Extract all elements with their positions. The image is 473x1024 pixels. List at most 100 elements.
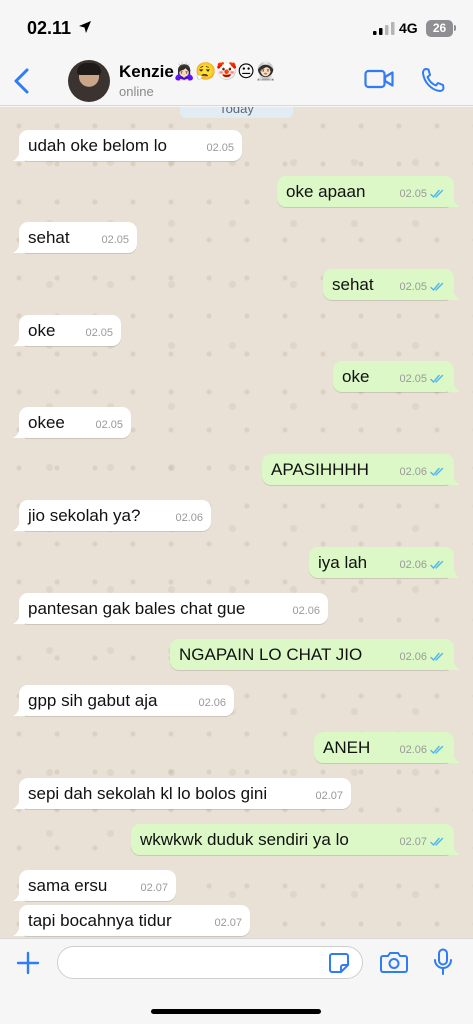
video-call-icon[interactable] <box>364 68 394 90</box>
outgoing-message[interactable]: wkwkwk duduk sendiri ya lo 02.07 <box>131 824 460 855</box>
message-text: wkwkwk duduk sendiri ya lo <box>140 830 349 849</box>
incoming-message[interactable]: udah oke belom lo 02.05 <box>13 130 242 161</box>
message-time: 02.05 <box>101 234 129 246</box>
message-time: 02.05 <box>399 281 427 293</box>
message-input[interactable] <box>57 946 363 979</box>
incoming-message[interactable]: oke 02.05 <box>13 315 121 346</box>
message-time: 02.06 <box>399 559 427 571</box>
status-time: 02.11 <box>27 18 72 38</box>
phone-call-icon[interactable] <box>421 67 445 93</box>
bubble-tail <box>448 658 460 670</box>
message-text: sehat <box>332 275 374 294</box>
network-type: 4G <box>399 20 418 36</box>
back-chevron-icon[interactable] <box>10 66 36 96</box>
message-time: 02.06 <box>175 512 203 524</box>
read-receipt-icon <box>430 467 444 477</box>
bubble-tail <box>448 473 460 485</box>
message-text: oke <box>28 321 56 340</box>
message-text: pantesan gak bales chat gue <box>28 599 246 618</box>
message-text: sama ersu <box>28 876 108 895</box>
incoming-message[interactable]: okee 02.05 <box>13 407 131 438</box>
message-text: NGAPAIN LO CHAT JIO <box>179 645 363 664</box>
message-time: 02.06 <box>399 744 427 756</box>
message-text: oke apaan <box>286 182 366 201</box>
read-receipt-icon <box>430 837 444 847</box>
bubble-tail <box>448 843 460 855</box>
bubble-tail <box>448 380 460 392</box>
bubble-tail <box>13 889 25 901</box>
outgoing-message[interactable]: ANEH 02.06 <box>314 732 460 763</box>
message-time: 02.07 <box>315 790 343 802</box>
camera-icon[interactable] <box>380 950 408 974</box>
message-text: tapi bocahnya tidur <box>28 911 172 930</box>
contact-name[interactable]: Kenzie🙇🏻‍♀️😮‍💨🤡😐🧑🏻‍🚀 <box>119 62 276 82</box>
read-receipt-icon <box>430 189 444 199</box>
message-text: sehat <box>28 228 70 247</box>
outgoing-message[interactable]: APASIHHHH 02.06 <box>262 454 460 485</box>
message-text: udah oke belom lo <box>28 136 167 155</box>
incoming-message[interactable]: sehat 02.05 <box>13 222 137 253</box>
date-separator: Today <box>180 107 293 118</box>
cellular-signal-icon <box>373 22 395 35</box>
message-text: iya lah <box>318 553 368 572</box>
message-text: sepi dah sekolah kl lo bolos gini <box>28 784 268 803</box>
message-text: okee <box>28 413 65 432</box>
bubble-tail <box>13 426 25 438</box>
read-receipt-icon <box>430 282 444 292</box>
message-text: gpp sih gabut aja <box>28 691 158 710</box>
incoming-message[interactable]: sepi dah sekolah kl lo bolos gini 02.07 <box>13 778 351 809</box>
status-bar: 02.11 4G 26 <box>0 0 473 56</box>
message-text: jio sekolah ya? <box>28 506 141 525</box>
message-time: 02.06 <box>399 651 427 663</box>
outgoing-message[interactable]: iya lah 02.06 <box>309 547 460 578</box>
contact-avatar[interactable] <box>68 60 110 102</box>
bubble-tail <box>13 704 25 716</box>
battery-tip <box>454 25 456 31</box>
read-receipt-icon <box>430 560 444 570</box>
incoming-message[interactable]: gpp sih gabut aja 02.06 <box>13 685 234 716</box>
location-arrow-icon <box>79 21 91 33</box>
plus-icon[interactable] <box>16 951 40 975</box>
outgoing-message[interactable]: oke apaan 02.05 <box>277 176 460 207</box>
bubble-tail <box>13 519 25 531</box>
bubble-tail <box>13 334 25 346</box>
incoming-message[interactable]: jio sekolah ya? 02.06 <box>13 500 211 531</box>
incoming-message[interactable]: pantesan gak bales chat gue 02.06 <box>13 593 328 624</box>
battery-icon: 26 <box>426 20 453 37</box>
read-receipt-icon <box>430 652 444 662</box>
message-time: 02.05 <box>399 188 427 200</box>
bubble-tail <box>13 612 25 624</box>
bubble-tail <box>448 751 460 763</box>
message-time: 02.06 <box>292 605 320 617</box>
outgoing-message[interactable]: NGAPAIN LO CHAT JIO 02.06 <box>170 639 460 670</box>
contact-status: online <box>119 84 154 99</box>
message-time: 02.07 <box>214 917 242 929</box>
incoming-message[interactable]: tapi bocahnya tidur 02.07 <box>13 905 250 936</box>
bubble-tail <box>13 241 25 253</box>
message-text: ANEH <box>323 738 371 757</box>
outgoing-message[interactable]: oke 02.05 <box>333 361 460 392</box>
message-time: 02.07 <box>140 882 168 894</box>
message-text: oke <box>342 367 370 386</box>
home-indicator <box>151 1009 321 1014</box>
bubble-tail <box>448 195 460 207</box>
read-receipt-icon <box>430 374 444 384</box>
message-input-bar <box>0 938 473 1024</box>
message-time: 02.05 <box>95 419 123 431</box>
bubble-tail <box>448 288 460 300</box>
message-time: 02.05 <box>399 373 427 385</box>
message-text: APASIHHHH <box>271 460 369 479</box>
bubble-tail <box>13 149 25 161</box>
bubble-tail <box>13 797 25 809</box>
chat-messages[interactable]: Today udah oke belom lo 02.05 oke apaan 02.… <box>0 107 473 938</box>
message-time: 02.07 <box>399 836 427 848</box>
message-time: 02.05 <box>206 142 234 154</box>
message-time: 02.06 <box>399 466 427 478</box>
sticker-icon[interactable] <box>328 952 350 974</box>
read-receipt-icon <box>430 745 444 755</box>
chat-header: Kenzie🙇🏻‍♀️😮‍💨🤡😐🧑🏻‍🚀 online <box>0 56 473 106</box>
bubble-tail <box>448 566 460 578</box>
outgoing-message[interactable]: sehat 02.05 <box>323 269 460 300</box>
incoming-message[interactable]: sama ersu 02.07 <box>13 870 176 901</box>
microphone-icon[interactable] <box>433 948 453 976</box>
